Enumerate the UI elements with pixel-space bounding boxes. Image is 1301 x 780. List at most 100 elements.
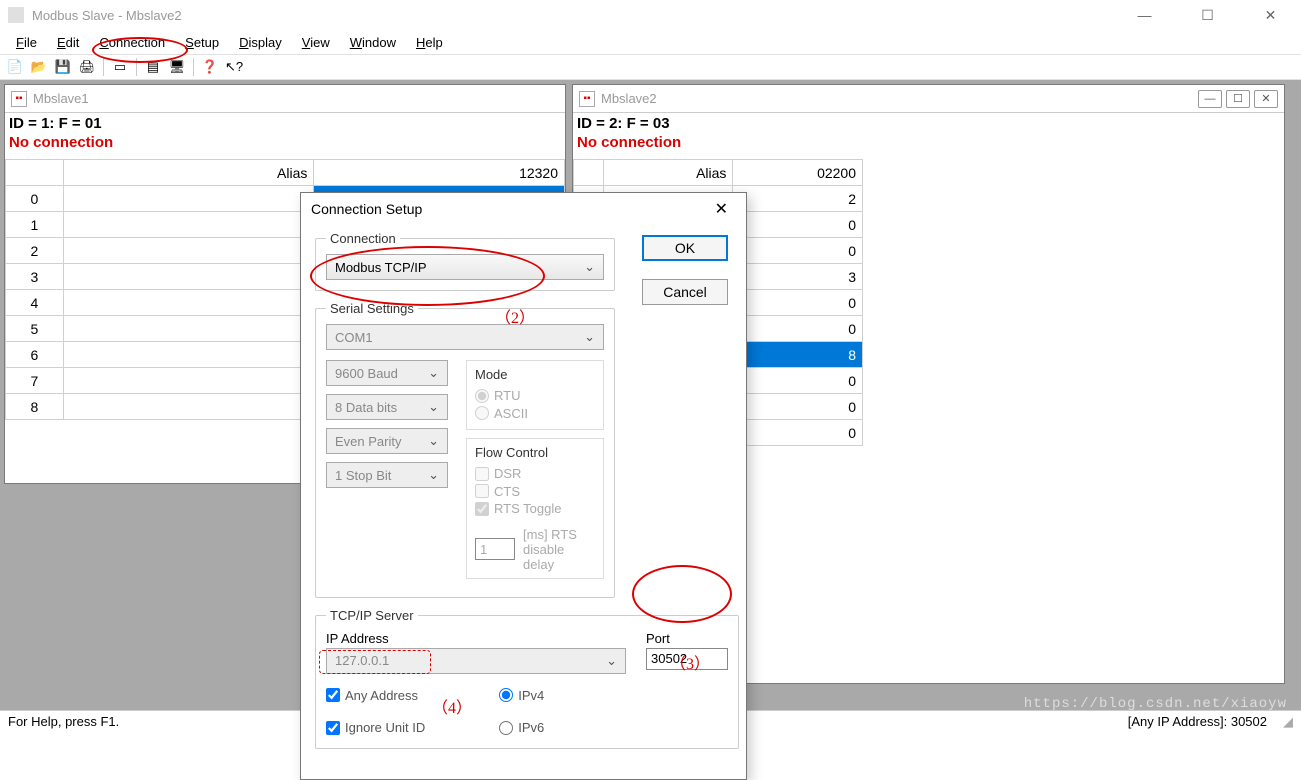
connection-legend: Connection — [326, 231, 400, 246]
table-cell[interactable] — [63, 212, 314, 238]
table-cell[interactable]: 0 — [733, 212, 863, 238]
ok-button[interactable]: OK — [642, 235, 728, 261]
app-icon — [8, 7, 24, 23]
table-cell[interactable]: 0 — [733, 316, 863, 342]
tb-open-icon[interactable]: 📂 — [28, 56, 50, 78]
toolbar-separator — [103, 58, 104, 76]
table-cell[interactable] — [63, 238, 314, 264]
table-cell[interactable]: 0 — [733, 238, 863, 264]
child2-min-button[interactable]: — — [1198, 90, 1222, 108]
tb-tool2-icon[interactable]: ▤ — [142, 56, 164, 78]
status-port: [Any IP Address]: 30502 — [1128, 714, 1267, 729]
child2-hdr-alias: Alias — [603, 160, 733, 186]
connection-fieldset: Connection Modbus TCP/IP — [315, 231, 615, 291]
table-row-hdr[interactable]: 3 — [6, 264, 64, 290]
toolbar-separator — [193, 58, 194, 76]
connection-combo-value: Modbus TCP/IP — [335, 260, 427, 275]
tb-tool3-icon[interactable]: 🖥 — [166, 56, 188, 78]
table-cell[interactable] — [63, 342, 314, 368]
connection-combo[interactable]: Modbus TCP/IP — [326, 254, 604, 280]
tb-print-icon[interactable]: 🖨 — [76, 56, 98, 78]
port-input[interactable] — [646, 648, 728, 670]
child2-max-button[interactable]: ☐ — [1226, 90, 1250, 108]
close-button[interactable]: ✕ — [1248, 0, 1293, 30]
menu-file[interactable]: File — [6, 33, 47, 52]
ignoreunitid-check[interactable]: Ignore Unit ID — [326, 720, 425, 735]
table-cell[interactable]: 3 — [733, 264, 863, 290]
menu-window[interactable]: Window — [340, 33, 406, 52]
tb-save-icon[interactable]: 💾 — [52, 56, 74, 78]
menu-display[interactable]: Display — [229, 33, 292, 52]
dialog-close-button[interactable]: ✕ — [707, 199, 736, 219]
menu-edit[interactable]: Edit — [47, 33, 89, 52]
child2-status: No connection — [573, 134, 1284, 153]
table-row-hdr[interactable]: 7 — [6, 368, 64, 394]
table-cell[interactable]: 0 — [733, 420, 863, 446]
anyaddress-check[interactable]: Any Address — [326, 688, 418, 703]
mode-label: Mode — [475, 367, 595, 382]
table-cell[interactable]: 0 — [733, 368, 863, 394]
child1-hdr-value: 12320 — [314, 160, 565, 186]
child1-titlebar: ▪▪ Mbslave1 — [5, 85, 565, 113]
toolbar-separator — [136, 58, 137, 76]
table-cell[interactable]: 0 — [733, 394, 863, 420]
menu-view[interactable]: View — [292, 33, 340, 52]
stopbit-value: 1 Stop Bit — [335, 468, 391, 483]
dsr-check: DSR — [475, 466, 521, 481]
child2-close-button[interactable]: ✕ — [1254, 90, 1278, 108]
connection-setup-dialog: Connection Setup ✕ OK Cancel Connection … — [300, 192, 747, 780]
resize-grip-icon[interactable]: ◢ — [1283, 714, 1293, 730]
status-help: For Help, press F1. — [8, 714, 119, 729]
dialog-titlebar: Connection Setup ✕ — [301, 193, 746, 225]
table-row-hdr[interactable]: 6 — [6, 342, 64, 368]
databits-value: 8 Data bits — [335, 400, 397, 415]
child2-corner — [574, 160, 604, 186]
tcpip-fieldset: TCP/IP Server IP Address 127.0.0.1 Port … — [315, 608, 739, 749]
table-cell[interactable] — [63, 368, 314, 394]
maximize-button[interactable]: ☐ — [1185, 0, 1230, 30]
table-cell[interactable]: 2 — [733, 186, 863, 212]
ip-value: 127.0.0.1 — [335, 653, 389, 668]
cancel-button[interactable]: Cancel — [642, 279, 728, 305]
tb-new-icon[interactable]: 📄 — [4, 56, 26, 78]
rts-check: RTS Toggle — [475, 501, 561, 516]
cts-check: CTS — [475, 484, 520, 499]
table-cell[interactable] — [63, 394, 314, 420]
serial-legend: Serial Settings — [326, 301, 418, 316]
table-row-hdr[interactable]: 1 — [6, 212, 64, 238]
databits-combo: 8 Data bits — [326, 394, 448, 420]
com-combo: COM1 — [326, 324, 604, 350]
tb-help-icon[interactable]: ❓ — [199, 56, 221, 78]
child2-info: ID = 2: F = 03 — [573, 113, 1284, 134]
window-title: Modbus Slave - Mbslave2 — [32, 8, 1122, 23]
rts-delay-input — [475, 538, 515, 560]
menu-connection[interactable]: Connection — [89, 33, 175, 52]
toolbar: 📄 📂 💾 🖨 ▭ ▤ 🖥 ❓ ↖? — [0, 54, 1301, 80]
ipv6-radio[interactable]: IPv6 — [499, 720, 544, 735]
window-titlebar: Modbus Slave - Mbslave2 — ☐ ✕ — [0, 0, 1301, 30]
table-cell[interactable]: 0 — [733, 290, 863, 316]
child1-icon: ▪▪ — [11, 91, 27, 107]
child1-status: No connection — [5, 134, 565, 153]
table-row-hdr[interactable]: 8 — [6, 394, 64, 420]
table-row-hdr[interactable]: 5 — [6, 316, 64, 342]
table-cell[interactable] — [63, 264, 314, 290]
tb-tool1-icon[interactable]: ▭ — [109, 56, 131, 78]
tb-whatsthis-icon[interactable]: ↖? — [223, 56, 245, 78]
port-label: Port — [646, 631, 728, 646]
table-cell[interactable] — [63, 186, 314, 212]
ip-combo[interactable]: 127.0.0.1 — [326, 648, 626, 674]
table-row-hdr[interactable]: 4 — [6, 290, 64, 316]
table-row-hdr[interactable]: 0 — [6, 186, 64, 212]
table-cell[interactable]: 8 — [733, 342, 863, 368]
table-cell[interactable] — [63, 316, 314, 342]
table-row-hdr[interactable]: 2 — [6, 238, 64, 264]
minimize-button[interactable]: — — [1122, 0, 1167, 30]
menu-help[interactable]: Help — [406, 33, 453, 52]
tcpip-legend: TCP/IP Server — [326, 608, 418, 623]
menu-setup[interactable]: Setup — [175, 33, 229, 52]
table-cell[interactable] — [63, 290, 314, 316]
serial-fieldset: Serial Settings COM1 9600 Baud 8 Data bi… — [315, 301, 615, 598]
baud-combo: 9600 Baud — [326, 360, 448, 386]
ipv4-radio[interactable]: IPv4 — [499, 688, 544, 703]
